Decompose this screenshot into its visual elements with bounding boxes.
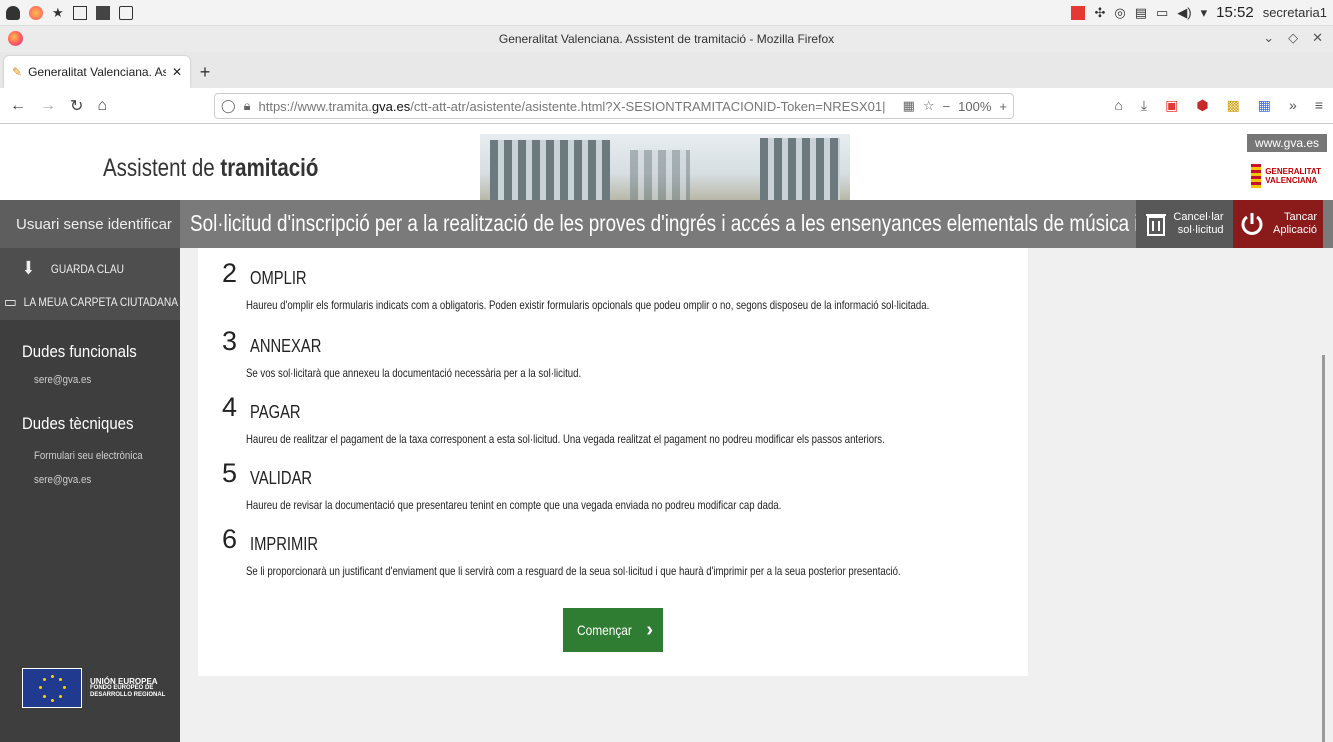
save-key-link[interactable]: ⬇ GUARDA CLAU xyxy=(22,258,124,279)
clock: 15:52 xyxy=(1216,4,1254,21)
page-title: Assistent de tramitació xyxy=(103,154,319,182)
os-menu-icon[interactable] xyxy=(6,5,20,20)
step-description: Haureu de realitzar el pagament de la ta… xyxy=(246,432,885,446)
main-content: 2 OMPLIR Haureu d'omplir els formularis … xyxy=(198,248,1028,676)
chevron-right-icon: › xyxy=(646,618,653,641)
lock-icon[interactable]: 🔒︎ xyxy=(244,98,251,114)
back-icon[interactable]: ← xyxy=(10,97,26,115)
extension-translate-icon[interactable]: ▦ xyxy=(1258,97,1271,114)
extension-blue-icon[interactable]: ▩ xyxy=(1227,97,1240,114)
tab-title: Generalitat Valenciana. Ass xyxy=(28,65,166,79)
close-tab-icon[interactable]: ✕ xyxy=(172,65,182,79)
step-name: OMPLIR xyxy=(250,268,307,288)
translate-icon[interactable]: ▦ xyxy=(903,98,915,114)
download-arrow-icon: ⬇ xyxy=(22,258,35,278)
step-description: Se vos sol·licitarà que annexeu la docum… xyxy=(246,366,582,380)
anydesk-icon[interactable] xyxy=(1071,5,1086,20)
new-tab-icon[interactable]: + xyxy=(190,56,220,88)
calculator-icon[interactable] xyxy=(95,5,110,20)
firefox-launcher-icon[interactable] xyxy=(29,5,43,20)
step-number: 2 xyxy=(222,258,238,288)
step-number: 5 xyxy=(222,458,238,488)
functional-email-link[interactable]: sere@gva.es xyxy=(34,374,91,386)
power-icon xyxy=(1241,213,1263,235)
home-icon[interactable]: ⌂ xyxy=(97,97,107,115)
step-description: Haureu de revisar la documentació que pr… xyxy=(246,498,782,512)
ublock-icon[interactable]: ⬢ xyxy=(1196,97,1208,114)
nav-toolbar: ← → ↻ ⌂ ◯ 🔒︎ https://www.tramita.gva.es/… xyxy=(0,88,1333,124)
extension-red-icon[interactable]: ▣ xyxy=(1165,97,1178,114)
page-header: Assistent de tramitació www.gva.es GENER… xyxy=(0,124,1333,200)
os-top-panel: ★ ✣ ◎ ▤ ▭ ◀) ▾ 15:52 secretaria1 xyxy=(0,0,1333,26)
menu-icon[interactable]: ≡ xyxy=(1315,97,1323,114)
functional-questions-heading: Dudes funcionals xyxy=(22,342,137,361)
cancel-request-button[interactable]: Cancel·lar sol·licitud xyxy=(1136,200,1233,248)
close-window-icon[interactable]: ✕ xyxy=(1312,30,1323,46)
reload-icon[interactable]: ↻ xyxy=(70,96,83,116)
chat-icon[interactable]: ▭ xyxy=(1156,5,1168,21)
pocket-icon[interactable]: ⌂ xyxy=(1114,97,1122,114)
star-icon[interactable]: ★ xyxy=(52,5,64,21)
overflow-icon[interactable]: » xyxy=(1289,97,1297,114)
generalitat-emblem-icon xyxy=(1251,164,1262,188)
zoom-in-icon[interactable]: + xyxy=(999,99,1007,114)
zoom-level[interactable]: 100% xyxy=(958,99,991,114)
url-text[interactable]: https://www.tramita.gva.es/ctt-att-atr/a… xyxy=(258,99,894,114)
scrollbar[interactable] xyxy=(1322,355,1325,742)
window-title: Generalitat Valenciana. Assistent de tra… xyxy=(498,32,835,46)
tab-bar: ✎ Generalitat Valenciana. Ass ✕ + xyxy=(0,52,1333,88)
technical-questions-heading: Dudes tècniques xyxy=(22,414,134,433)
step-number: 3 xyxy=(222,326,238,356)
step-description: Se li proporcionarà un justificant d'env… xyxy=(246,564,901,578)
citizen-folder-link[interactable]: ▭ LA MEUA CARPETA CIUTADANA xyxy=(4,292,178,312)
tracking-shield-icon[interactable]: ◯ xyxy=(221,98,236,114)
procedure-title: Sol·licitud d'inscripció per a la realit… xyxy=(190,210,1196,236)
gva-link[interactable]: www.gva.es xyxy=(1246,134,1327,152)
window-icon[interactable] xyxy=(72,5,87,20)
minimize-icon[interactable]: ⌄ xyxy=(1263,30,1274,46)
step-name: ANNEXAR xyxy=(250,336,322,356)
eu-flag-icon xyxy=(22,668,82,708)
step-description: Haureu d'omplir els formularis indicats … xyxy=(246,298,930,312)
zoom-out-icon[interactable]: − xyxy=(943,99,951,114)
generalitat-logo: GENERALITAT VALENCIANA xyxy=(1251,164,1321,188)
technical-form-link[interactable]: Formulari seu electrònica xyxy=(34,450,143,462)
folder-icon: ▭ xyxy=(4,294,17,311)
header-photo xyxy=(480,134,850,200)
sidebar: ⬇ GUARDA CLAU ▭ LA MEUA CARPETA CIUTADAN… xyxy=(0,248,180,742)
media-icon[interactable]: ◎ xyxy=(1114,5,1125,21)
firefox-icon xyxy=(8,31,23,46)
close-application-button[interactable]: Tancar Aplicació xyxy=(1233,200,1323,248)
trash-icon xyxy=(1146,214,1167,236)
download-icon[interactable]: ⤓ xyxy=(1141,97,1147,114)
clipboard-icon[interactable]: ▤ xyxy=(1135,5,1147,21)
eu-logo: UNIÓN EUROPEA FONDO EUROPEO DE DESARROLL… xyxy=(22,668,165,708)
step-name: IMPRIMIR xyxy=(250,534,319,554)
favicon-icon: ✎ xyxy=(12,65,23,79)
maximize-icon[interactable]: ◇ xyxy=(1288,30,1298,46)
network-icon[interactable]: ✣ xyxy=(1094,5,1105,21)
step-number: 6 xyxy=(222,524,238,554)
volume-icon[interactable]: ◀) xyxy=(1177,5,1191,21)
bookmark-star-icon[interactable]: ☆ xyxy=(923,98,935,114)
browser-tab[interactable]: ✎ Generalitat Valenciana. Ass ✕ xyxy=(4,56,190,88)
username[interactable]: secretaria1 xyxy=(1263,5,1327,20)
drive-icon[interactable] xyxy=(118,5,133,20)
url-bar[interactable]: ◯ 🔒︎ https://www.tramita.gva.es/ctt-att-… xyxy=(214,93,1014,119)
step-name: PAGAR xyxy=(250,402,301,422)
step-number: 4 xyxy=(222,392,238,422)
technical-email-link[interactable]: sere@gva.es xyxy=(34,474,91,486)
procedure-bar: Usuari sense identificar Sol·licitud d'i… xyxy=(0,200,1333,248)
start-button[interactable]: Començar › xyxy=(563,608,663,652)
window-titlebar: Generalitat Valenciana. Assistent de tra… xyxy=(0,26,1333,52)
chevron-down-icon[interactable]: ▾ xyxy=(1201,5,1208,21)
user-status: Usuari sense identificar xyxy=(0,200,180,248)
step-name: VALIDAR xyxy=(250,468,313,488)
forward-icon[interactable]: → xyxy=(40,97,56,115)
